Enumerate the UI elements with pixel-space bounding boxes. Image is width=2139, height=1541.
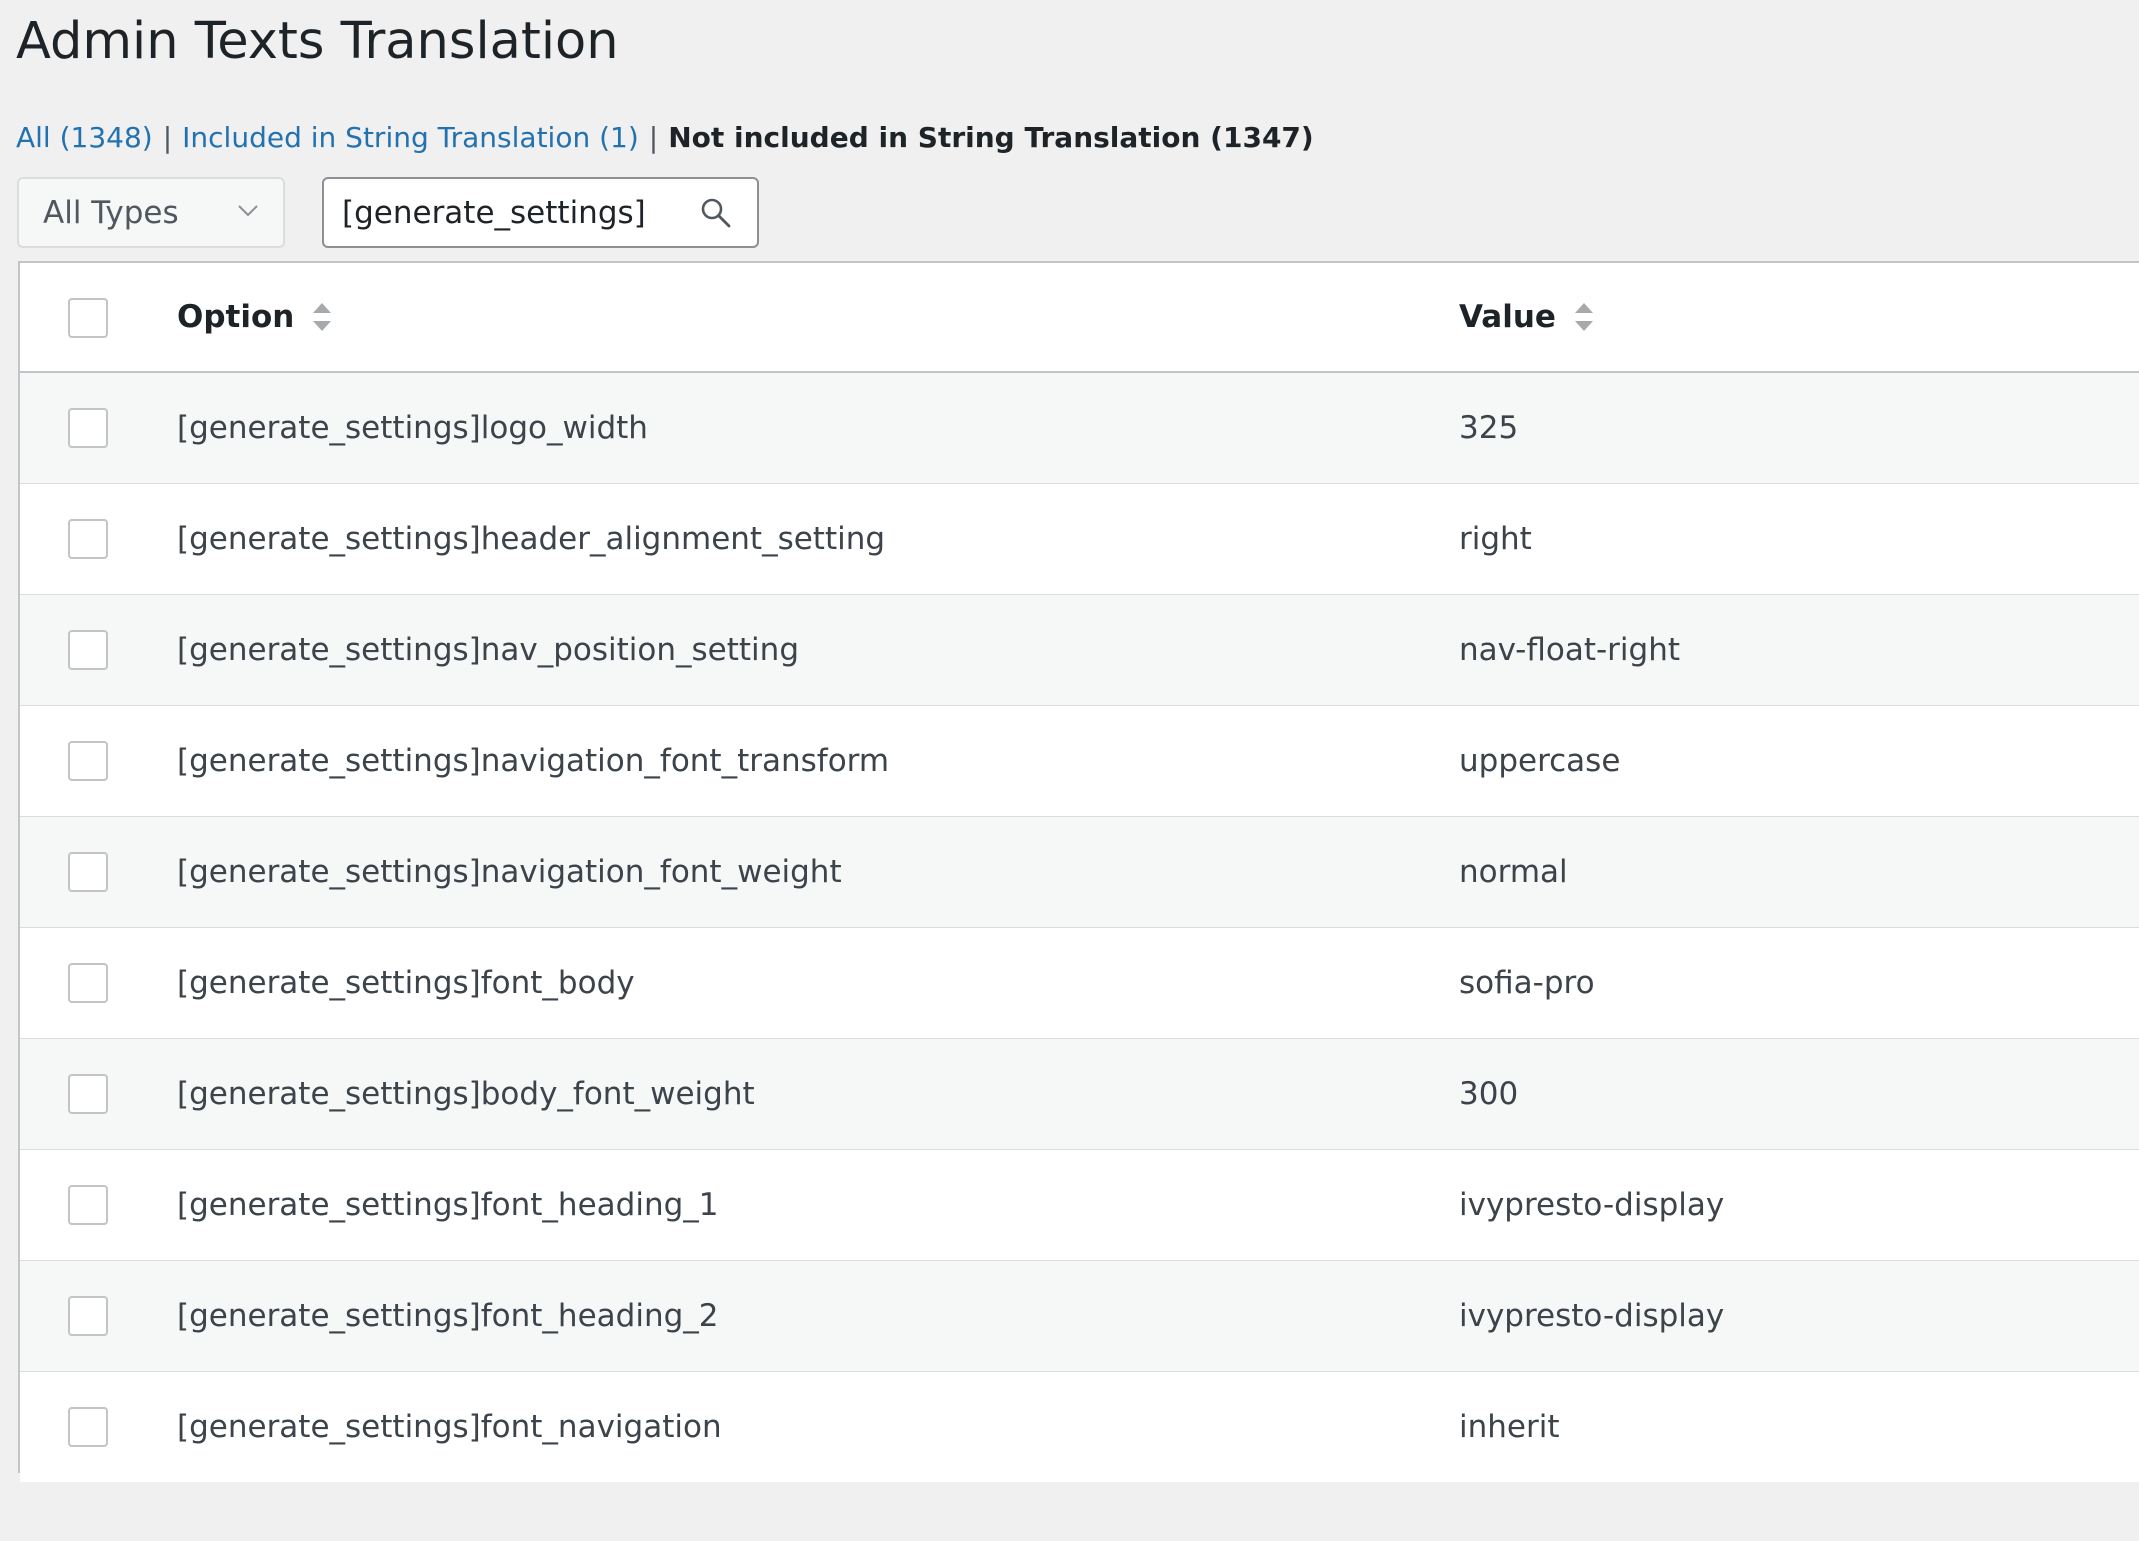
filter-separator: | [648,121,659,154]
column-header-option[interactable]: Option [177,263,332,371]
column-header-value[interactable]: Value [1459,263,1594,371]
value-cell: uppercase [1459,743,1621,779]
option-cell: [generate_settings]font_body [177,965,635,1001]
option-cell: [generate_settings]font_heading_1 [177,1187,719,1223]
option-cell: [generate_settings]font_heading_2 [177,1298,719,1334]
filter-included-link[interactable]: Included in String Translation (1) [182,121,639,154]
admin-texts-table: Option Value [generate_settings]logo_wid… [18,261,2139,1482]
option-cell: [generate_settings]navigation_font_trans… [177,743,890,779]
option-cell: [generate_settings]font_navigation [177,1409,722,1445]
chevron-down-icon [238,205,258,217]
table-row: [generate_settings]font_navigation inher… [20,1372,2139,1482]
row-checkbox[interactable] [68,852,108,892]
option-cell: [generate_settings]logo_width [177,410,648,446]
filter-separator: | [162,121,173,154]
row-checkbox[interactable] [68,408,108,448]
table-row: [generate_settings]logo_width 325 [20,373,2139,484]
option-cell: [generate_settings]navigation_font_weigh… [177,854,842,890]
row-checkbox[interactable] [68,630,108,670]
table-row: [generate_settings]font_body sofia-pro [20,928,2139,1039]
value-cell: sofia-pro [1459,965,1595,1001]
value-cell: 300 [1459,1076,1519,1112]
row-checkbox[interactable] [68,1296,108,1336]
row-checkbox[interactable] [68,1407,108,1447]
filter-not-included-current[interactable]: Not included in String Translation (1347… [668,121,1314,154]
row-checkbox[interactable] [68,963,108,1003]
table-row: [generate_settings]nav_position_setting … [20,595,2139,706]
type-filter-select[interactable]: All Types [17,177,285,248]
value-cell: normal [1459,854,1568,890]
type-filter-value: All Types [43,194,179,231]
row-checkbox[interactable] [68,1185,108,1225]
search-input[interactable] [342,194,682,231]
option-cell: [generate_settings]nav_position_setting [177,632,799,668]
sort-icon [313,303,332,331]
table-row: [generate_settings]font_heading_2 ivypre… [20,1261,2139,1372]
row-checkbox[interactable] [68,519,108,559]
column-header-option-label: Option [177,299,295,335]
table-body: [generate_settings]logo_width 325 [gener… [20,373,2139,1482]
value-cell: right [1459,521,1532,557]
value-cell: nav-float-right [1459,632,1681,668]
table-row: [generate_settings]font_heading_1 ivypre… [20,1150,2139,1261]
sort-icon [1574,303,1593,331]
value-cell: ivypresto-display [1459,1298,1725,1334]
table-row: [generate_settings]navigation_font_trans… [20,706,2139,817]
table-header: Option Value [20,263,2139,373]
search-field[interactable] [322,177,759,248]
filter-all-link[interactable]: All (1348) [16,121,153,154]
row-checkbox[interactable] [68,1074,108,1114]
option-cell: [generate_settings]header_alignment_sett… [177,521,886,557]
row-checkbox[interactable] [68,741,108,781]
table-row: [generate_settings]header_alignment_sett… [20,484,2139,595]
search-icon[interactable] [699,196,733,230]
page-title: Admin Texts Translation [16,12,619,71]
table-row: [generate_settings]body_font_weight 300 [20,1039,2139,1150]
value-cell: ivypresto-display [1459,1187,1725,1223]
table-row: [generate_settings]navigation_font_weigh… [20,817,2139,928]
select-all-checkbox[interactable] [68,298,108,338]
value-cell: 325 [1459,410,1519,446]
column-header-value-label: Value [1459,299,1556,335]
value-cell: inherit [1459,1409,1560,1445]
option-cell: [generate_settings]body_font_weight [177,1076,755,1112]
status-filter-links: All (1348) | Included in String Translatio… [16,121,1314,154]
